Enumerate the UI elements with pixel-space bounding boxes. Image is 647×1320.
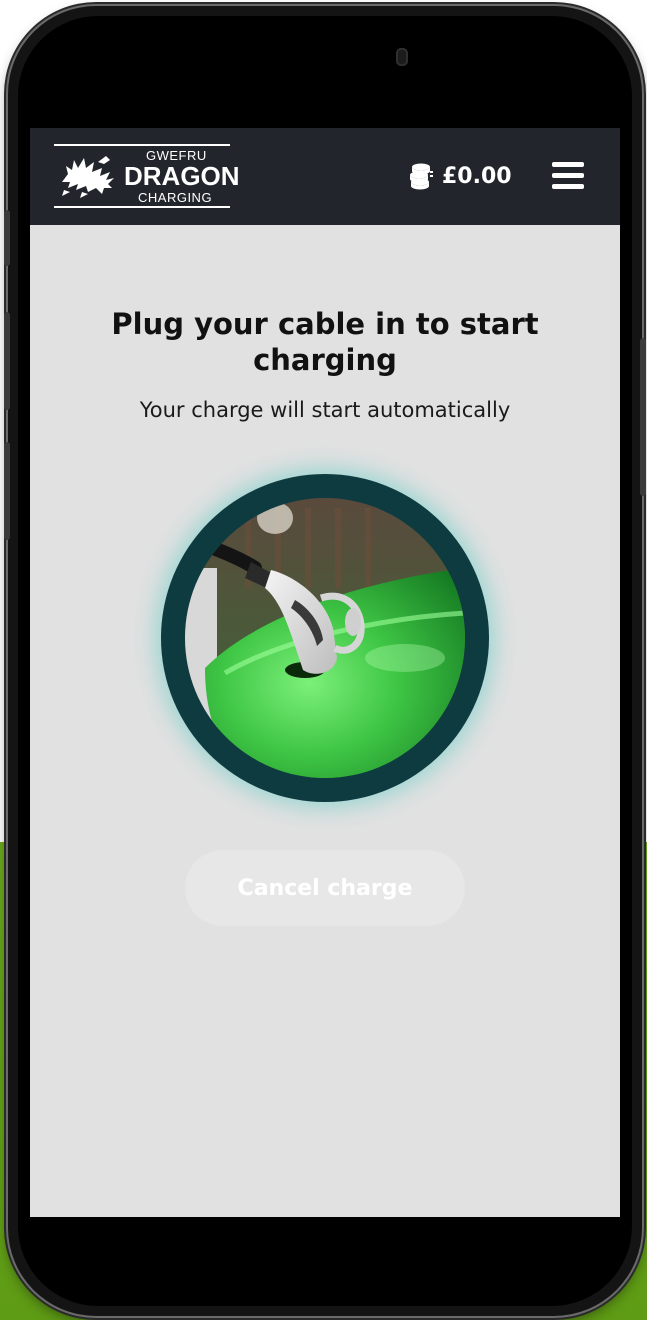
coins-icon — [410, 163, 433, 190]
account-balance[interactable]: £0.00 — [408, 158, 512, 194]
hamburger-menu-icon[interactable] — [550, 160, 586, 192]
page-title: Plug your cable in to start charging — [111, 307, 539, 377]
cancel-charge-button[interactable]: Cancel charge — [185, 850, 465, 926]
logo-main-text: DRAGON — [124, 161, 240, 191]
ev-charger-plug-image — [185, 498, 465, 778]
charging-status-ring — [161, 474, 489, 802]
phone-volume-down-button — [4, 442, 10, 540]
menu-line — [552, 162, 584, 167]
page: GWEFRU DRAGON CHARGING £0.00 Plug your c… — [0, 0, 647, 1320]
brand-logo[interactable]: GWEFRU DRAGON CHARGING — [54, 144, 240, 208]
top-navigation-bar: GWEFRU DRAGON CHARGING £0.00 — [30, 128, 620, 225]
dragon-icon — [62, 156, 114, 198]
phone-volume-up-button — [4, 312, 10, 410]
ev-charger-plug-illustration — [185, 498, 465, 778]
balance-amount: £0.00 — [442, 163, 512, 189]
phone-power-button — [640, 338, 646, 496]
page-subtitle: Your charge will start automatically — [139, 398, 511, 422]
front-camera — [396, 48, 408, 66]
menu-line — [552, 184, 584, 189]
app-screen: GWEFRU DRAGON CHARGING £0.00 Plug your c… — [30, 128, 620, 1217]
logo-bottom-text: CHARGING — [138, 190, 213, 205]
menu-line — [552, 173, 584, 178]
phone-side-button — [4, 210, 10, 266]
